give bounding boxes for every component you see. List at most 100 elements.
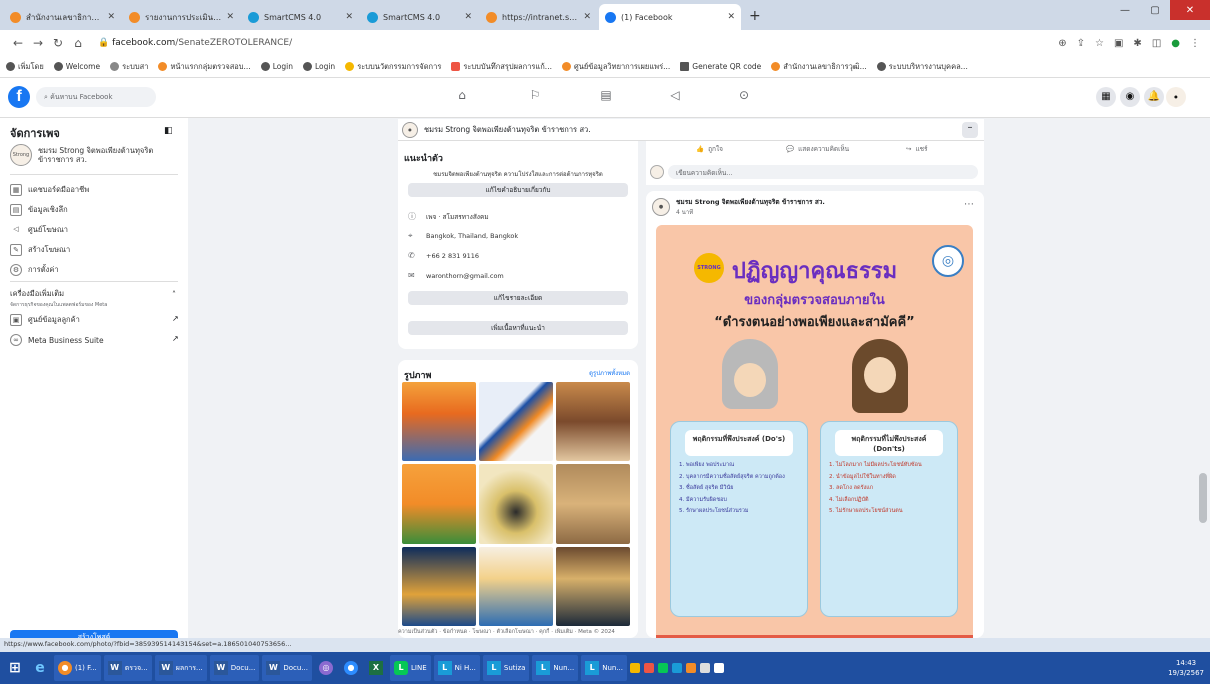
bookmark-item[interactable]: ระบบสา	[110, 61, 148, 73]
sidebar-toggle-icon[interactable]: ◧	[164, 126, 173, 136]
taskbar-app[interactable]: X	[365, 655, 387, 681]
page-avatar-icon[interactable]: ●	[1166, 87, 1186, 107]
photo-thumbnail[interactable]	[556, 464, 630, 544]
bookmark-item[interactable]: ระบบบริหารงานบุคคล...	[876, 61, 968, 73]
back-icon[interactable]: ←	[8, 36, 28, 50]
tray-icon[interactable]	[672, 663, 683, 673]
more-tools-section[interactable]: เครื่องมือเพิ่มเติม จัดการธุรกิจของคุณใน…	[10, 288, 107, 309]
close-tab-icon[interactable]: ✕	[345, 12, 353, 22]
taskbar-item[interactable]: W Docu...	[209, 655, 260, 681]
taskbar-item[interactable]: W Docu...	[262, 655, 313, 681]
photo-thumbnail[interactable]	[479, 382, 553, 462]
sidebar-item-business-centre[interactable]: ▣ ศูนย์ข้อมูลลูกค้า	[10, 314, 80, 326]
taskbar-app[interactable]: ◎	[315, 655, 337, 681]
edit-bio-button[interactable]: แก้ไขคำอธิบายเกี่ยวกับ	[408, 183, 628, 197]
see-all-photos-link[interactable]: ดูรูปภาพทั้งหมด	[589, 368, 630, 378]
browser-tab[interactable]: https://intranet.senate.go.th/...✕	[480, 4, 597, 30]
sidebar-item-insights[interactable]: ▤ ข้อมูลเชิงลึก	[10, 204, 68, 216]
post-image[interactable]: STRONG ◎ ปฏิญญาคุณธรรม ของกลุ่มตรวจสอบภา…	[656, 225, 973, 645]
photo-thumbnail[interactable]	[479, 546, 553, 626]
browser-tab[interactable]: SmartCMS 4.0 ✕	[242, 4, 359, 30]
sidebar-item-dashboard[interactable]: ▦ แดชบอร์ดมืออาชีพ	[10, 184, 89, 196]
messenger-icon[interactable]: ◉	[1120, 87, 1140, 107]
bookmark-item[interactable]: สำนักงานเลขาธิการวุฒิ...	[771, 61, 867, 73]
comment-input[interactable]: เขียนความคิดเห็น...	[668, 165, 978, 179]
post-author[interactable]: ชมรม Strong จิตพอเพียงต้านทุจริต ข้าราชก…	[676, 197, 825, 207]
close-tab-icon[interactable]: ✕	[464, 12, 472, 22]
notifications-icon[interactable]: 🔔	[1144, 87, 1164, 107]
photo-thumbnail[interactable]	[556, 382, 630, 462]
taskbar-item[interactable]: ● (1) F...	[54, 655, 101, 681]
like-button[interactable]: 👍 ถูกใจ	[696, 144, 723, 154]
tray-icon[interactable]	[700, 663, 711, 673]
bookmark-item[interactable]: ระบบบันทึกสรุปผลการแก้...	[451, 61, 552, 73]
chevron-up-icon[interactable]: ˄	[172, 290, 176, 299]
close-tab-icon[interactable]: ✕	[226, 12, 234, 22]
facebook-search-input[interactable]: ⌕ ค้นหาบน Facebook	[36, 87, 156, 107]
posts-nav-icon[interactable]: ▤	[596, 88, 616, 106]
photo-thumbnail[interactable]	[402, 382, 476, 462]
new-tab-icon[interactable]: +	[749, 8, 761, 24]
puzzle-icon[interactable]: ✱	[1133, 38, 1141, 49]
sidebar-item-create-ad[interactable]: ✎ สร้างโฆษณา	[10, 244, 70, 256]
post-author-avatar[interactable]: ●	[652, 198, 670, 216]
bookmark-item[interactable]: Login	[302, 62, 335, 71]
close-tab-icon[interactable]: ✕	[583, 12, 591, 22]
share-icon[interactable]: ⇪	[1077, 38, 1085, 49]
taskbar-item[interactable]: L Ni H...	[433, 655, 480, 681]
bookmark-item[interactable]: Login	[260, 62, 293, 71]
menu-grid-icon[interactable]: ▦	[1096, 87, 1116, 107]
edit-details-button[interactable]: แก้ไขรายละเอียด	[408, 291, 628, 305]
sidepanel-icon[interactable]: ◫	[1152, 38, 1161, 49]
volume-icon[interactable]	[714, 663, 725, 673]
minimize-icon[interactable]: —	[1110, 0, 1140, 20]
sidebar-item-ad-center[interactable]: ◁ ศูนย์โฆษณา	[10, 224, 68, 236]
tray-icon[interactable]	[630, 663, 641, 673]
menu-icon[interactable]: ⋮	[1190, 38, 1200, 49]
taskbar-app[interactable]: ●	[340, 655, 362, 681]
home-nav-icon[interactable]: ⌂	[452, 88, 472, 106]
extension-icon[interactable]: ▣	[1114, 38, 1123, 49]
facebook-footer-links[interactable]: ความเป็นส่วนตัว · ข้อกำหนด · โฆษณา · ตัว…	[398, 628, 638, 636]
photo-thumbnail[interactable]	[556, 546, 630, 626]
page-switcher[interactable]: Strong ชมรม Strong จิตพอเพียงต้านทุจริต …	[10, 144, 180, 166]
start-button[interactable]: ⊞	[4, 655, 26, 681]
post-options-icon[interactable]: ⋯	[964, 199, 974, 210]
profile-icon[interactable]: ●	[1171, 38, 1180, 49]
bookmark-item[interactable]: ศูนย์ข้อมูลวิทยาการเผยแพร่...	[561, 61, 670, 73]
tray-icon[interactable]	[658, 663, 669, 673]
facebook-logo-icon[interactable]: f	[8, 86, 30, 108]
reload-icon[interactable]: ↻	[48, 36, 68, 50]
ads-nav-icon[interactable]: ◁	[665, 88, 685, 106]
add-featured-button[interactable]: เพิ่มเนื้อหาที่แนะนำ	[408, 321, 628, 335]
tray-icon[interactable]	[686, 663, 697, 673]
star-icon[interactable]: ☆	[1095, 38, 1104, 49]
maximize-icon[interactable]: ▢	[1140, 0, 1170, 20]
home-icon[interactable]: ⌂	[68, 36, 88, 50]
page-scrollbar[interactable]	[1196, 118, 1210, 638]
close-tab-icon[interactable]: ✕	[107, 12, 115, 22]
browser-tab[interactable]: สำนักงานเลขาธิการวุฒิสภา✕	[4, 4, 121, 30]
photo-thumbnail[interactable]	[402, 546, 476, 626]
comment-button[interactable]: 💬 แสดงความคิดเห็น	[786, 144, 849, 154]
collapse-icon[interactable]: –	[962, 122, 978, 138]
ie-button[interactable]: e	[29, 655, 51, 681]
insights-nav-icon[interactable]: ⊙	[734, 88, 754, 106]
share-button[interactable]: ↪ แชร์	[906, 144, 928, 154]
bookmark-item[interactable]: Generate QR code	[680, 62, 761, 71]
post-time[interactable]: 4 นาที	[676, 207, 825, 217]
taskbar-item[interactable]: L Sutiza	[482, 655, 530, 681]
tray-icon[interactable]	[644, 663, 655, 673]
taskbar-item[interactable]: W ตรวจ...	[103, 655, 152, 681]
taskbar-item[interactable]: L Nun...	[532, 655, 579, 681]
zoom-icon[interactable]: ⊕	[1058, 38, 1066, 49]
close-tab-icon[interactable]: ✕	[727, 12, 735, 22]
browser-tab-active[interactable]: (1) Facebook ✕	[599, 4, 741, 30]
flag-nav-icon[interactable]: ⚐	[525, 88, 545, 106]
photo-thumbnail[interactable]	[479, 464, 553, 544]
sidebar-item-meta-suite[interactable]: ∞ Meta Business Suite	[10, 334, 104, 346]
forward-icon[interactable]: →	[28, 36, 48, 50]
url-field[interactable]: 🔒 facebook.com/SenateZEROTOLERANCE/	[98, 38, 1058, 48]
close-window-icon[interactable]: ✕	[1170, 0, 1210, 20]
sidebar-item-settings[interactable]: ⚙ การตั้งค่า	[10, 264, 59, 276]
